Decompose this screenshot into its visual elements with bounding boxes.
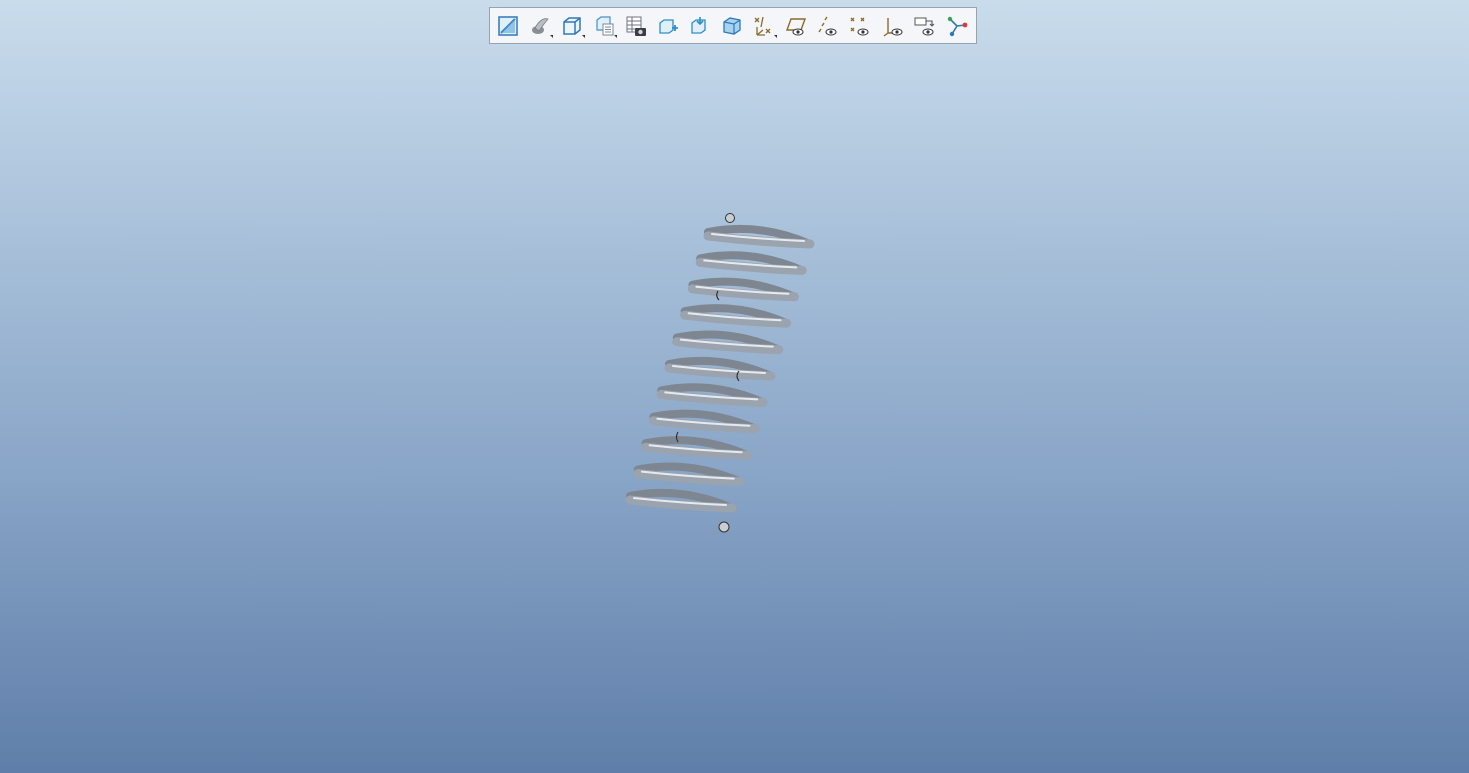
graphics-window[interactable] bbox=[0, 0, 1469, 773]
spring-end-point-top[interactable] bbox=[725, 213, 735, 223]
spring-coils bbox=[625, 224, 815, 513]
helical-spring-model[interactable] bbox=[0, 0, 1469, 773]
spring-end-point-bottom[interactable] bbox=[718, 521, 730, 533]
